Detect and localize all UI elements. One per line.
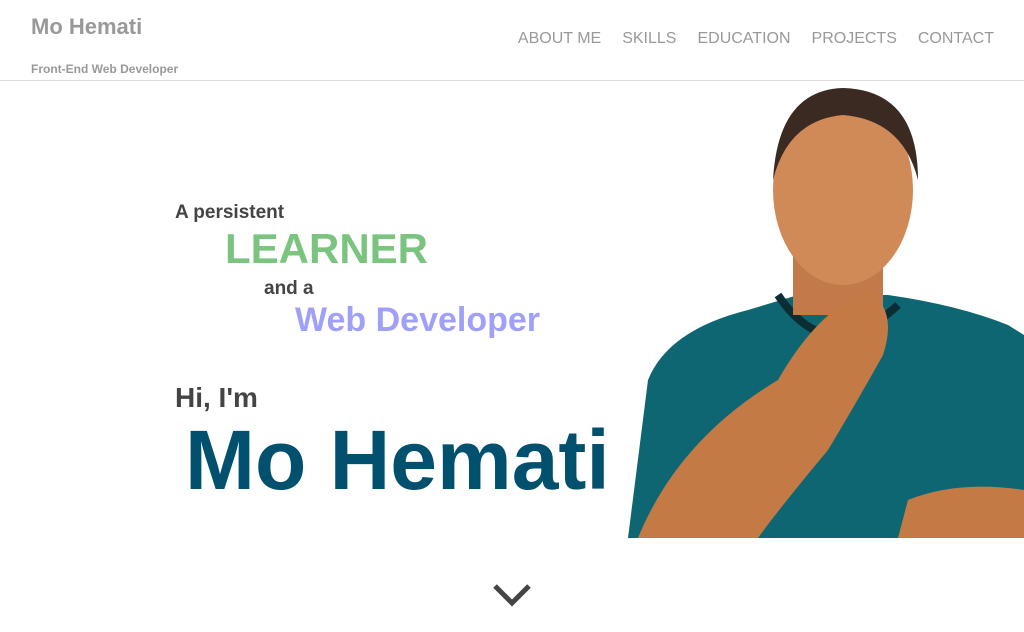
nav-contact[interactable]: CONTACT bbox=[918, 30, 994, 48]
nav-education[interactable]: EDUCATION bbox=[697, 30, 790, 48]
nav-skills[interactable]: SKILLS bbox=[622, 30, 676, 48]
nav-about-me[interactable]: ABOUT ME bbox=[518, 30, 601, 48]
site-brand[interactable]: Mo Hemati bbox=[31, 14, 142, 40]
chevron-down-icon[interactable] bbox=[492, 582, 532, 608]
hero-name: Mo Hemati bbox=[185, 413, 610, 507]
hero-line-persistent: A persistent bbox=[175, 202, 285, 223]
site-header: Mo Hemati Front-End Web Developer ABOUT … bbox=[0, 0, 1024, 81]
nav-projects[interactable]: PROJECTS bbox=[812, 30, 897, 48]
hero-greeting: Hi, I'm bbox=[175, 382, 258, 413]
hero-learner: LEARNER bbox=[225, 225, 429, 272]
main-nav: ABOUT ME SKILLS EDUCATION PROJECTS CONTA… bbox=[518, 30, 994, 48]
hero-web-developer: Web Developer bbox=[295, 301, 541, 339]
hero-line-and-a: and a bbox=[264, 278, 314, 299]
site-tagline: Front-End Web Developer bbox=[31, 62, 179, 76]
profile-photo bbox=[628, 88, 1024, 538]
